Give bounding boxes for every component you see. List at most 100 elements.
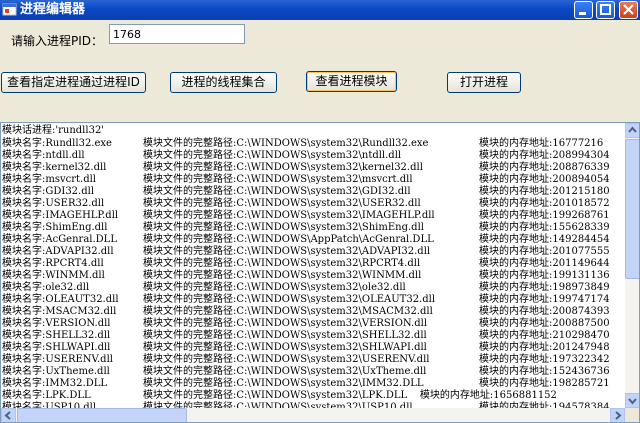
horizontal-scrollbar[interactable]	[1, 408, 625, 422]
arrow-right-icon	[615, 411, 622, 420]
module-address: 模块的内存地址:201247948	[479, 342, 610, 353]
module-path: 模块文件的完整路径:C:\WINDOWS\system32\USERENV.dl…	[143, 354, 430, 365]
module-address: 模块的内存地址:208876339	[479, 162, 610, 173]
scroll-corner	[625, 408, 639, 422]
list-item: 模块名字:AcGenral.DLL 模块文件的完整路径:C:\WINDOWS\Ap…	[2, 234, 624, 246]
module-path: 模块文件的完整路径:C:\WINDOWS\system32\kernel32.d…	[143, 162, 423, 173]
module-name: 模块名字:VERSION.dll	[2, 318, 111, 329]
module-address: 模块的内存地址:200894054	[479, 174, 610, 185]
module-address: 模块的内存地址:200874393	[479, 306, 610, 317]
module-name: 模块名字:USERENV.dll	[2, 354, 113, 365]
list-item: 模块名字:USERENV.dll 模块文件的完整路径:C:\WINDOWS\sys…	[2, 354, 624, 366]
module-name: 模块名字:msvcrt.dll	[2, 174, 97, 185]
module-name: 模块名字:WINMM.dll	[2, 270, 105, 281]
module-address: 模块的内存地址:199268761	[479, 210, 610, 221]
list-item: 模块名字:msvcrt.dll 模块文件的完整路径:C:\WINDOWS\syst…	[2, 174, 624, 186]
list-item: 模块名字:MSACM32.dll 模块文件的完整路径:C:\WINDOWS\sys…	[2, 306, 624, 318]
module-path: 模块文件的完整路径:C:\WINDOWS\system32\USER32.dll	[143, 198, 421, 209]
module-address: 模块的内存地址:152436736	[479, 366, 610, 377]
module-path: 模块文件的完整路径:C:\WINDOWS\system32\ADVAPI32.d…	[143, 246, 431, 257]
list-item: 模块名字:SHLWAPI.dll 模块文件的完整路径:C:\WINDOWS\sys…	[2, 342, 624, 354]
module-name: 模块名字:SHLWAPI.dll	[2, 342, 111, 353]
module-list[interactable]: 模块话进程:'rundll32' 模块名字:Rundll32.exe 模块文件的完…	[0, 122, 640, 423]
view-modules-button[interactable]: 查看进程模块	[306, 71, 397, 92]
close-button[interactable]	[619, 1, 638, 19]
module-path: 模块文件的完整路径:C:\WINDOWS\system32\Rundll32.e…	[143, 138, 429, 149]
module-path: 模块文件的完整路径:C:\WINDOWS\system32\IMM32.DLL	[143, 378, 424, 389]
list-item: 模块名字:IMM32.DLL 模块文件的完整路径:C:\WINDOWS\syste…	[2, 378, 624, 390]
module-address: 模块的内存地址:199131136	[479, 270, 610, 281]
list-item: 模块名字:VERSION.dll 模块文件的完整路径:C:\WINDOWS\sys…	[2, 318, 624, 330]
module-path: 模块文件的完整路径:C:\WINDOWS\system32\IMAGEHLP.d…	[143, 210, 435, 221]
module-name: 模块名字:SHELL32.dll	[2, 330, 111, 341]
list-item: 模块名字:kernel32.dll 模块文件的完整路径:C:\WINDOWS\sy…	[2, 162, 624, 174]
module-name: 模块名字:Rundll32.exe	[2, 138, 112, 149]
module-path: 模块文件的完整路径:C:\WINDOWS\system32\LPK.DLL 模块…	[143, 390, 557, 401]
module-path: 模块文件的完整路径:C:\WINDOWS\system32\RPCRT4.dll	[143, 258, 421, 269]
maximize-icon	[600, 4, 611, 15]
list-item: 模块名字:WINMM.dll 模块文件的完整路径:C:\WINDOWS\syste…	[2, 270, 624, 282]
list-item: 模块名字:RPCRT4.dll 模块文件的完整路径:C:\WINDOWS\syst…	[2, 258, 624, 270]
module-address: 模块的内存地址:200887500	[479, 318, 610, 329]
list-item: 模块名字:ShimEng.dll 模块文件的完整路径:C:\WINDOWS\sys…	[2, 222, 624, 234]
scroll-left-button[interactable]	[1, 408, 16, 422]
window-title: 进程编辑器	[20, 2, 86, 17]
app-icon	[2, 3, 17, 16]
arrow-down-icon	[628, 398, 637, 405]
vertical-scroll-thumb[interactable]	[625, 139, 639, 279]
module-address: 模块的内存地址:155628339	[479, 222, 610, 233]
scroll-down-button[interactable]	[625, 393, 639, 408]
module-path: 模块文件的完整路径:C:\WINDOWS\system32\ole32.dll	[143, 282, 406, 293]
module-name: 模块名字:IMM32.DLL	[2, 378, 107, 389]
module-address: 模块的内存地址:201215180	[479, 186, 610, 197]
module-name: 模块名字:OLEAUT32.dll	[2, 294, 119, 305]
module-address: 模块的内存地址:197322342	[479, 354, 610, 365]
module-name: 模块名字:AcGenral.DLL	[2, 234, 117, 245]
view-by-pid-button[interactable]: 查看指定进程通过进程ID	[1, 72, 146, 93]
module-name: 模块名字:LPK.DLL	[2, 390, 91, 401]
pid-label: 请输入进程PID：	[11, 34, 104, 48]
module-name: 模块名字:UxTheme.dll	[2, 366, 110, 377]
scroll-right-button[interactable]	[610, 408, 625, 422]
module-name: 模块名字:RPCRT4.dll	[2, 258, 104, 269]
module-path: 模块文件的完整路径:C:\WINDOWS\system32\SHLWAPI.dl…	[143, 342, 427, 353]
list-item: 模块名字:SHELL32.dll 模块文件的完整路径:C:\WINDOWS\sys…	[2, 330, 624, 342]
list-item: 模块名字:IMAGEHLP.dll 模块文件的完整路径:C:\WINDOWS\sy…	[2, 210, 624, 222]
arrow-up-icon	[628, 126, 637, 133]
module-path: 模块文件的完整路径:C:\WINDOWS\AppPatch\AcGenral.D…	[143, 234, 434, 245]
module-name: 模块名字:kernel32.dll	[2, 162, 107, 173]
thread-set-button[interactable]: 进程的线程集合	[170, 72, 277, 93]
module-name: 模块名字:USER32.dll	[2, 198, 105, 209]
module-name: 模块名字:MSACM32.dll	[2, 306, 117, 317]
module-address: 模块的内存地址:198973849	[479, 282, 610, 293]
vertical-scrollbar[interactable]	[625, 123, 639, 408]
list-item: 模块名字:ole32.dll 模块文件的完整路径:C:\WINDOWS\syste…	[2, 282, 624, 294]
scroll-up-button[interactable]	[625, 123, 639, 138]
module-address: 模块的内存地址:210298470	[479, 330, 610, 341]
module-name: 模块名字:GDI32.dll	[2, 186, 95, 197]
main-window: 进程编辑器 请输入进程PID： 查看指定进程通过进程ID 进程的线程集合 查看进…	[0, 0, 640, 423]
title-bar[interactable]: 进程编辑器	[0, 0, 640, 20]
minimize-button[interactable]	[574, 1, 593, 19]
module-address: 模块的内存地址:208994304	[479, 150, 610, 161]
module-name: 模块名字:ShimEng.dll	[2, 222, 108, 233]
minimize-icon	[579, 12, 586, 15]
module-path: 模块文件的完整路径:C:\WINDOWS\system32\VERSION.dl…	[143, 318, 428, 329]
module-name: 模块名字:ole32.dll	[2, 282, 90, 293]
module-address: 模块的内存地址:201077555	[479, 246, 610, 257]
module-path: 模块文件的完整路径:C:\WINDOWS\system32\UxTheme.dl…	[143, 366, 427, 377]
module-path: 模块文件的完整路径:C:\WINDOWS\system32\OLEAUT32.d…	[143, 294, 436, 305]
module-address: 模块的内存地址:201018572	[479, 198, 610, 209]
module-name: 模块名字:ADVAPI32.dll	[2, 246, 114, 257]
close-icon	[623, 4, 634, 15]
module-path: 模块文件的完整路径:C:\WINDOWS\system32\msvcrt.dll	[143, 174, 413, 185]
horizontal-scroll-thumb[interactable]	[17, 408, 187, 422]
open-process-button[interactable]: 打开进程	[447, 72, 521, 93]
list-header: 模块话进程:'rundll32'	[2, 125, 105, 136]
module-address: 模块的内存地址:149284454	[479, 234, 610, 245]
list-item: 模块名字:ntdll.dll 模块文件的完整路径:C:\WINDOWS\syste…	[2, 150, 624, 162]
maximize-button[interactable]	[596, 1, 615, 19]
list-item: 模块名字:UxTheme.dll 模块文件的完整路径:C:\WINDOWS\sys…	[2, 366, 624, 378]
pid-input[interactable]	[109, 24, 245, 44]
list-item: 模块名字:GDI32.dll 模块文件的完整路径:C:\WINDOWS\syste…	[2, 186, 624, 198]
